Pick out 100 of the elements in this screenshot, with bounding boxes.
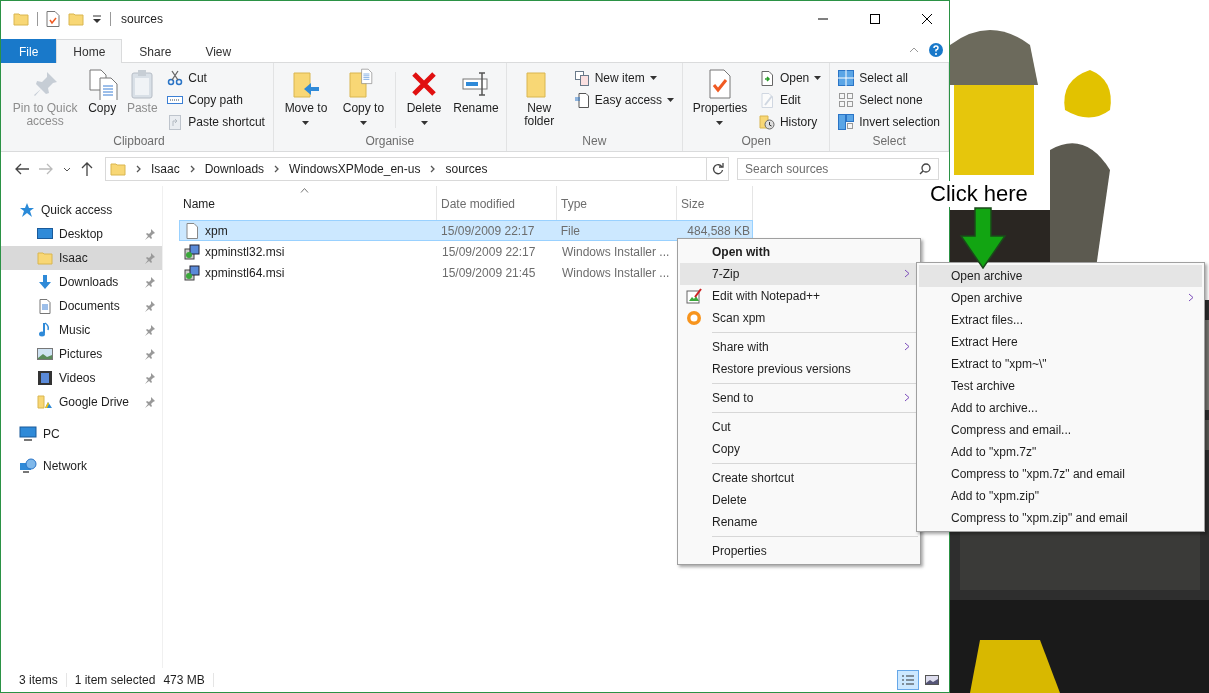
menu-item[interactable]: Copy [680, 438, 918, 460]
down-arrow-icon [959, 207, 1007, 269]
sidebar-item[interactable]: Quick access [1, 198, 162, 222]
menu-item[interactable]: Add to "xpm.zip" [919, 485, 1202, 507]
menu-item[interactable]: Restore previous versions [680, 358, 918, 380]
sidebar-item[interactable]: PC [1, 422, 162, 446]
sidebar-item[interactable]: Documents [1, 294, 162, 318]
menu-item[interactable]: Share with [680, 336, 918, 358]
menu-item[interactable]: Send to [680, 387, 918, 409]
computer-icon [19, 426, 37, 442]
chevron-icon [136, 165, 141, 173]
ribbon-button[interactable]: History [754, 111, 826, 133]
ribbon-tab[interactable]: File [1, 39, 57, 63]
sidebar-item[interactable]: Music [1, 318, 162, 342]
menu-item[interactable]: Cut [680, 416, 918, 438]
file-name: xpminstl32.msi [205, 244, 285, 259]
help-icon[interactable] [929, 42, 943, 57]
sidebar-item[interactable]: Network [1, 454, 162, 478]
breadcrumb[interactable]: Isaac [151, 162, 180, 176]
menu-item[interactable]: Test archive [919, 375, 1202, 397]
edit-icon [758, 92, 775, 108]
menu-item[interactable]: 7-Zip [680, 263, 918, 285]
size-cell-text: 484,588 KB [686, 223, 751, 238]
sidebar-item[interactable]: Desktop [1, 222, 162, 246]
file-name: xpminstl64.msi [205, 265, 285, 280]
shortcut-icon [167, 114, 184, 130]
sidebar-item[interactable]: Pictures [1, 342, 162, 366]
menu-item[interactable]: Add to "xpm.7z" [919, 441, 1202, 463]
sidebar-item[interactable]: Google Drive [1, 390, 162, 414]
caret-icon [359, 121, 367, 125]
menu-item[interactable]: Extract files... [919, 309, 1202, 331]
sidebar-item[interactable]: Isaac [1, 246, 162, 270]
date-cell-text: 15/09/2009 22:17 [440, 223, 536, 238]
file-name: xpm [205, 223, 228, 238]
breadcrumb[interactable]: Downloads [204, 162, 265, 176]
invert-selection-icon [838, 114, 855, 130]
menu-item[interactable]: Compress to "xpm.zip" and email [919, 507, 1202, 529]
search-field[interactable]: Search sources [737, 158, 939, 180]
ribbon-button[interactable]: Invert selection [834, 111, 944, 133]
up-button[interactable] [79, 160, 95, 178]
ribbon-button[interactable]: Cut [163, 67, 269, 89]
group-label: Clipboard [112, 134, 166, 150]
menu-item[interactable]: Extract Here [919, 331, 1202, 353]
ribbon-button[interactable]: New folder [510, 66, 568, 134]
ribbon-button[interactable]: Select none [834, 89, 944, 111]
annotation-text: Click here [928, 181, 1030, 207]
file-row[interactable]: xpm 15/09/2009 22:17 File 484,588 KB [179, 220, 753, 241]
menu-item[interactable]: Extract to "xpm~\" [919, 353, 1202, 375]
menu-item[interactable]: Rename [680, 511, 918, 533]
ribbon-button[interactable]: Properties [687, 66, 753, 134]
ribbon-button[interactable]: Easy access [569, 89, 679, 111]
address-bar[interactable]: Isaac Downloads WindowsXPMode_en-us sources [105, 157, 729, 181]
customize-icon[interactable] [92, 14, 102, 24]
ribbon-button[interactable]: Rename [450, 66, 502, 134]
ribbon-button[interactable]: New item [569, 67, 679, 89]
menu-item[interactable]: Compress to "xpm.7z" and email [919, 463, 1202, 485]
menu-item[interactable]: Delete [680, 489, 918, 511]
chevron-icon [189, 165, 195, 173]
group-label: New [581, 134, 608, 150]
star-icon [19, 202, 35, 218]
breadcrumb[interactable]: sources [445, 162, 488, 176]
ribbon-button[interactable]: Open [754, 67, 826, 89]
sidebar-item[interactable]: Videos [1, 366, 162, 390]
forward-arrow-icon [39, 163, 53, 175]
ribbon-button[interactable]: Copy to [336, 66, 391, 134]
menu-item[interactable]: Open archive [919, 287, 1202, 309]
search-icon [919, 163, 931, 175]
menu-item[interactable]: Edit with Notepad++ [680, 285, 918, 307]
caret-icon [302, 121, 310, 125]
ribbon-button[interactable]: Copy path [163, 89, 269, 111]
document-icon [37, 298, 53, 314]
ribbon-button[interactable]: Select all [834, 67, 944, 89]
back-arrow-icon [15, 163, 29, 175]
caret-icon [814, 76, 822, 80]
properties-icon[interactable] [46, 11, 60, 27]
sidebar-item[interactable]: Downloads [1, 270, 162, 294]
menu-item[interactable]: Open with [680, 241, 918, 263]
close-icon [922, 14, 932, 24]
menu-item[interactable]: Create shortcut [680, 467, 918, 489]
back-button[interactable] [13, 161, 31, 177]
ribbon-tab[interactable]: View [188, 39, 249, 63]
ribbon-tab[interactable]: Share [122, 39, 189, 63]
image-icon [925, 674, 939, 686]
item-count: 3 items [19, 673, 67, 687]
installer-icon [184, 243, 200, 260]
refresh-icon [711, 163, 724, 175]
breadcrumb[interactable]: WindowsXPMode_en-us [289, 162, 421, 176]
menu-item[interactable]: Compress and email... [919, 419, 1202, 441]
notepad-icon [686, 288, 702, 304]
selection-info: 1 item selected [74, 673, 156, 687]
collapse-icon[interactable] [909, 46, 919, 53]
menu-item[interactable]: Open archive [919, 265, 1202, 287]
chevron-icon [274, 165, 280, 173]
menu-item[interactable]: Add to archive... [919, 397, 1202, 419]
ribbon-button[interactable]: Move to [277, 66, 334, 134]
menu-item[interactable]: Properties [680, 540, 918, 562]
caret-icon [649, 76, 657, 80]
ribbon-button[interactable]: Delete [399, 66, 449, 134]
ribbon-tab[interactable]: Home [56, 39, 123, 63]
ribbon-button[interactable]: Copy [83, 66, 122, 134]
